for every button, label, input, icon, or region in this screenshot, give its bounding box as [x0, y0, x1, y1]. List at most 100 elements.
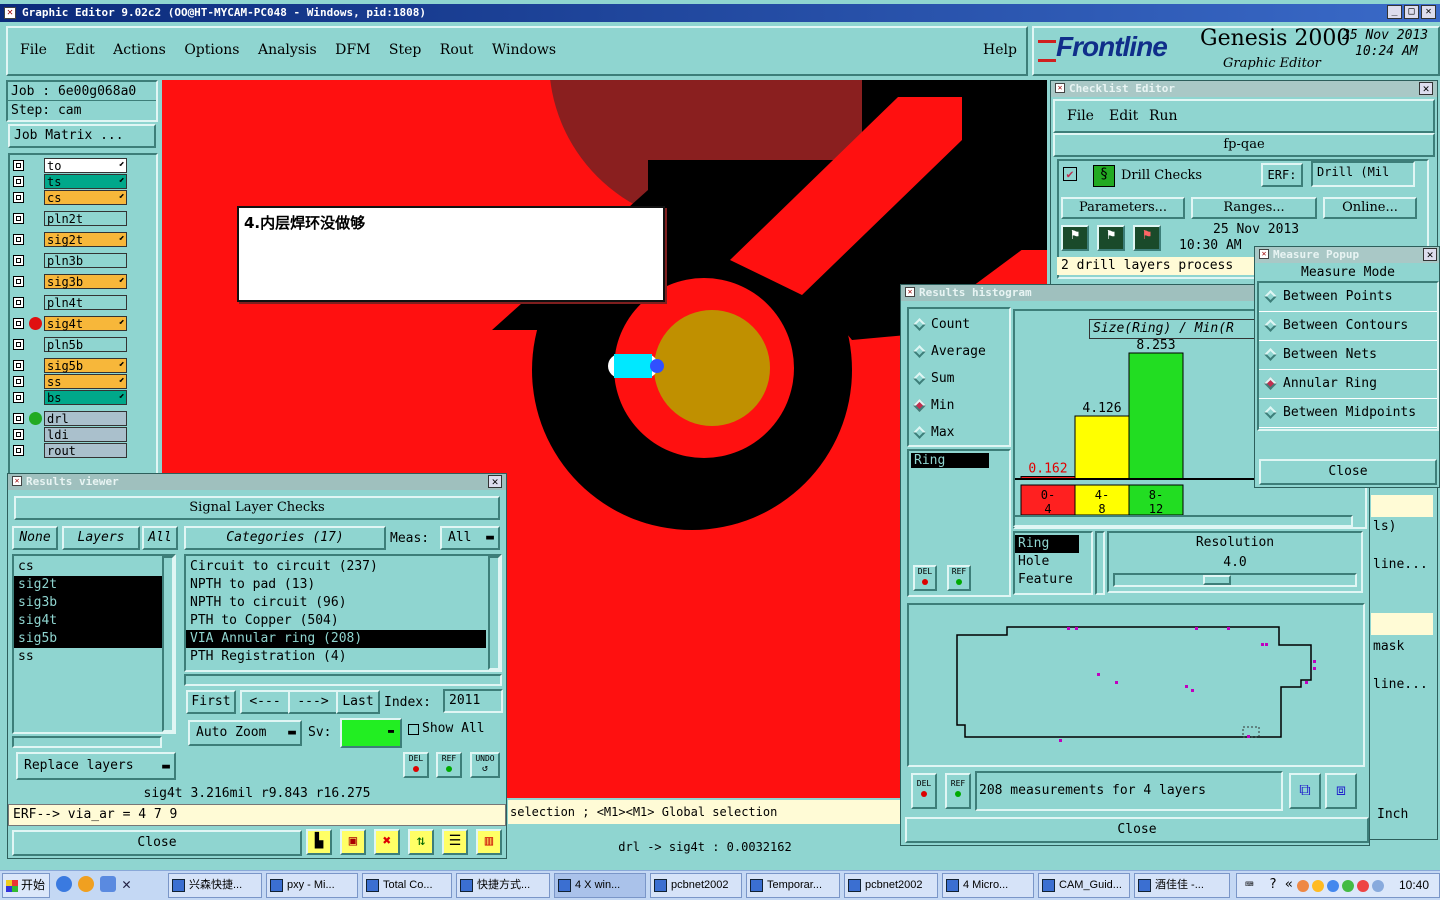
result-marker[interactable] [1313, 667, 1316, 670]
measure-popup-close-icon[interactable]: ✕ [1423, 248, 1437, 261]
result-marker[interactable] [1097, 673, 1100, 676]
ranges-button[interactable]: Ranges... [1191, 197, 1317, 219]
histogram-del-button[interactable]: DEL [913, 565, 937, 591]
layer-row-rout[interactable]: rout [11, 443, 127, 459]
parameters-button[interactable]: Parameters... [1061, 197, 1185, 219]
menu-file[interactable]: File [20, 42, 47, 58]
taskbar-item[interactable]: 4 Micro... [942, 873, 1034, 898]
tray-icon-3[interactable] [1327, 880, 1339, 892]
category-item[interactable]: PTH Registration (4) [186, 648, 486, 666]
result-marker[interactable] [1185, 685, 1188, 688]
board-ref-button[interactable]: REF [945, 773, 971, 809]
layer-checkbox[interactable] [13, 318, 24, 329]
menu-analysis[interactable]: Analysis [258, 42, 317, 58]
taskbar-item[interactable]: Total Co... [362, 873, 452, 898]
x-icon[interactable]: ✕ [122, 876, 138, 892]
result-layer-item[interactable]: cs [14, 558, 164, 576]
taskbar-item[interactable]: pcbnet2002 [844, 873, 938, 898]
run-all-icon[interactable]: ⚑ [1097, 225, 1125, 251]
erf-value[interactable]: Drill (Mil [1311, 161, 1415, 187]
zoom-area-icon[interactable]: ⧈ [1325, 773, 1357, 809]
start-button[interactable]: 开始 [2, 873, 50, 898]
attribute-item[interactable]: Feature [1015, 571, 1079, 589]
menu-actions[interactable]: Actions [113, 42, 166, 58]
tool-sort-icon[interactable]: ⇅ [408, 829, 434, 855]
taskbar-item[interactable]: pxy - Mi... [266, 873, 358, 898]
layer-checkbox[interactable] [13, 276, 24, 287]
attr-vscroll[interactable] [1095, 531, 1105, 595]
layer-row-pln4t[interactable]: pln4t [11, 295, 127, 311]
measure-close-button[interactable]: Close [1259, 459, 1437, 485]
attribute-item[interactable]: Hole [1015, 553, 1079, 571]
tray-icon-6[interactable] [1372, 880, 1384, 892]
menu-windows[interactable]: Windows [492, 42, 556, 58]
menu-step[interactable]: Step [389, 42, 421, 58]
layer-checkbox[interactable] [13, 192, 24, 203]
run-icon[interactable]: ⚑ [1061, 225, 1089, 251]
layer-row-pln3b[interactable]: pln3b [11, 253, 127, 269]
next-button[interactable]: ---> [288, 690, 338, 714]
tray-icon-4[interactable] [1342, 880, 1354, 892]
category-item[interactable]: VIA Annular ring (208) [186, 630, 486, 648]
measure-mode-option[interactable]: Between Points [1259, 283, 1437, 312]
menu-dfm[interactable]: DFM [335, 42, 370, 58]
layer-checkbox[interactable] [13, 176, 24, 187]
layer-row-sig5b[interactable]: sig5b ⬋ [11, 358, 127, 374]
taskbar-item[interactable]: 兴森快捷... [168, 873, 262, 898]
result-marker[interactable] [1115, 681, 1118, 684]
histogram-bar[interactable] [1128, 352, 1184, 480]
layer-row-pln2t[interactable]: pln2t [11, 211, 127, 227]
result-marker[interactable] [1195, 627, 1198, 630]
close-window-button[interactable]: ✕ [1421, 5, 1436, 19]
tool-chart-icon[interactable]: ▙ [306, 829, 332, 855]
checklist-close-icon[interactable]: ✕ [1419, 82, 1433, 95]
minimize-button[interactable]: _ [1387, 5, 1402, 19]
layer-row-ldi[interactable]: ldi [11, 427, 127, 443]
taskbar-item[interactable]: Temporar... [746, 873, 840, 898]
result-layer-item[interactable]: sig2t [14, 576, 164, 594]
result-marker[interactable] [1227, 627, 1230, 630]
layer-row-bs[interactable]: bs ⬋ [11, 390, 127, 406]
job-matrix-button[interactable]: Job Matrix ... [8, 124, 156, 148]
category-list[interactable]: Circuit to circuit (237) NPTH to pad (13)… [184, 554, 502, 672]
layer-row-sig4t[interactable]: sig4t ⬋ [11, 316, 127, 332]
tray-expand-icon[interactable]: « [1285, 877, 1293, 892]
check-enable-checkbox[interactable]: ✔ [1063, 167, 1077, 181]
result-marker[interactable] [1059, 739, 1062, 742]
results-viewer-close-icon[interactable]: ✕ [488, 475, 502, 488]
maximize-button[interactable]: □ [1404, 5, 1419, 19]
layer-row-ss[interactable]: ss ⬋ [11, 374, 127, 390]
results-close-button[interactable]: Close [12, 830, 302, 856]
replace-layers-select[interactable]: Replace layers ▬ [16, 752, 176, 780]
measure-mode-option[interactable]: Between Nets [1259, 341, 1437, 370]
none-button[interactable]: None [12, 526, 58, 550]
category-vscroll[interactable] [488, 556, 500, 670]
prev-button[interactable]: <--- [240, 690, 290, 714]
index-input[interactable]: 2011 [443, 689, 503, 713]
layer-row-to[interactable]: to ⬋ [11, 158, 127, 174]
category-item[interactable]: NPTH to pad (13) [186, 576, 486, 594]
layer-checkbox[interactable] [13, 234, 24, 245]
layer-checkbox[interactable] [13, 213, 24, 224]
categories-button[interactable]: Categories (17) [184, 526, 386, 550]
histogram-ref-button[interactable]: REF [947, 565, 971, 591]
result-marker[interactable] [1247, 735, 1250, 738]
taskbar-item[interactable]: pcbnet2002 [650, 873, 742, 898]
result-layer-item[interactable]: sig3b [14, 594, 164, 612]
online-button[interactable]: Online... [1323, 197, 1417, 219]
layer-checkbox[interactable] [13, 255, 24, 266]
layer-row-sig3b[interactable]: sig3b ⬋ [11, 274, 127, 290]
layer-row-ts[interactable]: ts ⬋ [11, 174, 127, 190]
tray-icon-1[interactable] [1297, 880, 1309, 892]
layer-checkbox[interactable] [13, 339, 24, 350]
layer-checkbox[interactable] [13, 160, 24, 171]
sv-color-select[interactable]: ▬ [340, 718, 402, 748]
tool-delete-icon[interactable]: ✖ [374, 829, 400, 855]
result-layer-item[interactable]: ss [14, 648, 164, 666]
category-item[interactable]: NPTH to circuit (96) [186, 594, 486, 612]
board-preview[interactable] [907, 603, 1365, 767]
checklist-menu-file[interactable]: File [1067, 108, 1094, 124]
del-button[interactable]: DEL [403, 752, 429, 778]
layer-checkbox[interactable] [13, 392, 24, 403]
resolution-slider[interactable] [1113, 573, 1357, 587]
